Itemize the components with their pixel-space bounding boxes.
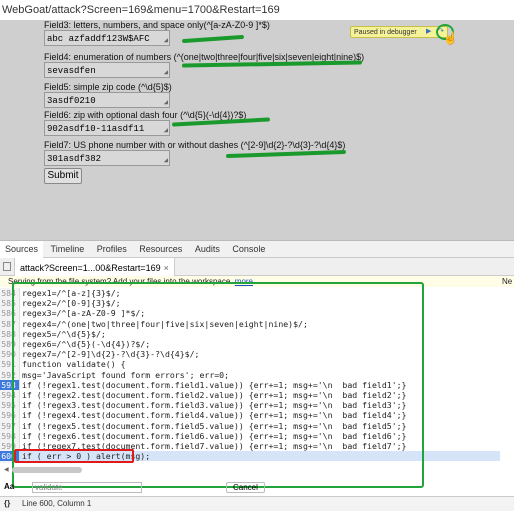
scroll-left-icon[interactable]: ◀: [4, 467, 10, 473]
tab-sources[interactable]: Sources: [0, 241, 44, 258]
field7-label: Field7: US phone number with or without …: [44, 140, 346, 150]
status-bar: {} Line 600, Column 1: [0, 496, 514, 511]
url-bar[interactable]: WebGoat/attack?Screen=169&menu=1700&Rest…: [0, 0, 514, 20]
toggle-navigator-icon[interactable]: [3, 262, 11, 271]
field5-input[interactable]: 3asdf0210 ◢: [44, 92, 170, 108]
url-text: WebGoat/attack?Screen=169&menu=1700&Rest…: [2, 4, 280, 16]
resize-grip-icon[interactable]: ◢: [164, 157, 168, 165]
resize-grip-icon[interactable]: ◢: [164, 99, 168, 107]
horizontal-scrollbar[interactable]: ◀: [0, 466, 90, 474]
resize-grip-icon[interactable]: ◢: [164, 69, 168, 77]
resize-grip-icon[interactable]: ◢: [164, 127, 168, 135]
tab-resources[interactable]: Resources: [134, 241, 187, 257]
file-tab-label: attack?Screen=1...00&Restart=169: [20, 263, 161, 273]
submit-button[interactable]: Submit: [44, 168, 82, 184]
tab-timeline[interactable]: Timeline: [46, 241, 90, 257]
field7-input[interactable]: 301asdf382 ◢: [44, 150, 170, 166]
devtools-tab-bar: Sources Timeline Profiles Resources Audi…: [0, 240, 514, 258]
search-bar: Aa validate Cancel: [0, 482, 514, 494]
field6-input[interactable]: 902asdf10-11asdf11 ◢: [44, 120, 170, 136]
green-underline: [181, 34, 245, 44]
aa-toggle[interactable]: Aa: [4, 482, 14, 491]
search-input[interactable]: validate: [32, 482, 142, 493]
field4-input[interactable]: sevasdfen ◢: [44, 62, 170, 78]
green-underline: [225, 149, 347, 159]
field3-label: Field3: letters, numbers, and space only…: [44, 20, 270, 30]
cursor-hand-icon: ☝: [443, 31, 458, 45]
webgoat-page: Field3: letters, numbers, and space only…: [0, 20, 514, 240]
tab-console[interactable]: Console: [227, 241, 270, 257]
tab-audits[interactable]: Audits: [190, 241, 225, 257]
field5-label: Field5: simple zip code (^\d{5}$): [44, 82, 172, 92]
workspace-banner-right: Ne: [502, 277, 513, 286]
braces-icon[interactable]: {}: [4, 497, 10, 511]
field6-label: Field6: zip with optional dash four (^\d…: [44, 110, 247, 120]
resume-icon[interactable]: ▶: [426, 27, 435, 37]
field3-input[interactable]: abc azfaddf123W$AFC ◢: [44, 30, 170, 46]
close-icon[interactable]: ×: [164, 263, 169, 273]
tab-profiles[interactable]: Profiles: [92, 241, 132, 257]
resize-grip-icon[interactable]: ◢: [164, 37, 168, 45]
file-tab[interactable]: attack?Screen=1...00&Restart=169 ×: [14, 258, 175, 276]
cancel-button[interactable]: Cancel: [226, 482, 265, 493]
red-box-annotation: [14, 449, 134, 463]
cursor-position: Line 600, Column 1: [22, 499, 92, 508]
scrollbar-thumb[interactable]: [12, 467, 82, 473]
